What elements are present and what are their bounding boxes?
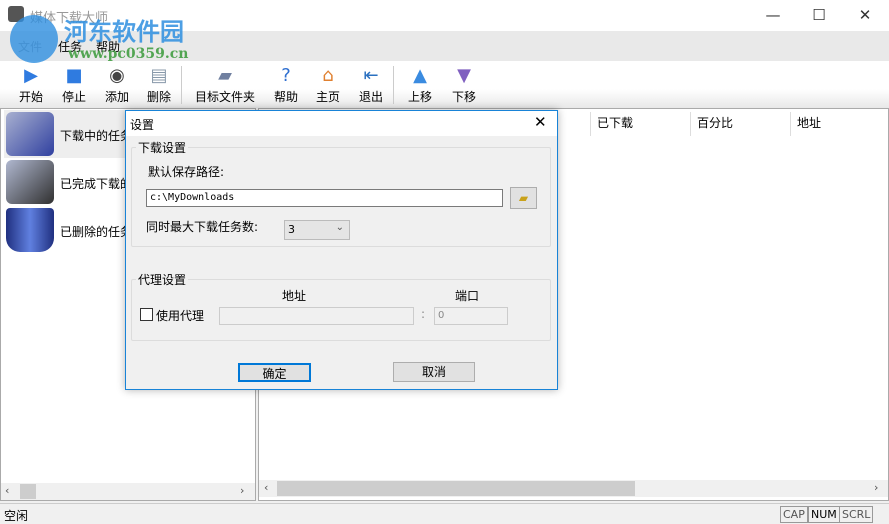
toolbar-button-label: 删除 — [146, 90, 171, 104]
toolbar-button-arrow-up[interactable]: ▲ 上移 — [403, 63, 437, 107]
proxy-settings-group: 代理设置 — [131, 271, 551, 341]
dialog-close-button[interactable]: ✕ — [534, 113, 547, 131]
toolbar-button-label: 下移 — [451, 90, 476, 104]
toolbar-button-add[interactable]: ◉ 添加 — [100, 63, 134, 107]
cap-indicator: CAP — [780, 506, 808, 523]
help-icon: ? — [281, 65, 291, 86]
group-label: 代理设置 — [138, 273, 187, 287]
use-proxy-label[interactable]: 使用代理 — [156, 307, 204, 324]
ok-button[interactable]: 确定 — [238, 363, 311, 382]
recycle-bin-icon — [6, 208, 54, 252]
chevron-down-icon: ⌄ — [335, 222, 344, 233]
settings-dialog: 设置 ✕ 下载设置 默认保存路径: c:\MyDownloads ▰ 同时最大下… — [125, 110, 558, 390]
toolbar-button-label: 退出 — [358, 90, 383, 104]
status-bar — [0, 503, 889, 524]
exit-icon: ⇤ — [363, 65, 379, 86]
toolbar-button-label: 主页 — [315, 90, 340, 104]
toolbar-button-arrow-down[interactable]: ▼ 下移 — [447, 63, 481, 107]
add-icon: ◉ — [109, 65, 125, 86]
toolbar-button-label: 目标文件夹 — [194, 90, 255, 104]
downloading-folder-icon — [6, 112, 54, 156]
status-text: 空闲 — [4, 509, 29, 523]
column-header-percent[interactable]: 百分比 — [690, 112, 790, 136]
maximize-button[interactable]: ☐ — [796, 0, 842, 31]
toolbar-button-label: 停止 — [61, 90, 86, 104]
select-value: 3 — [288, 223, 295, 236]
arrow-down-icon: ▼ — [457, 65, 471, 86]
minimize-button[interactable]: — — [750, 0, 796, 31]
menu-file[interactable]: 文件 — [18, 38, 42, 55]
browse-folder-button[interactable]: ▰ — [510, 187, 537, 209]
column-header-downloaded[interactable]: 已下载 — [590, 112, 690, 136]
proxy-address-input[interactable] — [219, 307, 414, 325]
dialog-title-bar — [126, 111, 557, 136]
arrow-up-icon: ▲ — [413, 65, 427, 86]
max-tasks-select[interactable]: 3 ⌄ — [284, 220, 350, 240]
scroll-right-icon[interactable]: › — [240, 484, 244, 497]
scroll-right-icon[interactable]: › — [874, 481, 878, 494]
toolbar-button-help[interactable]: ? 帮助 — [270, 63, 302, 107]
left-horizontal-scrollbar[interactable] — [1, 483, 255, 500]
toolbar-button-stop[interactable]: ■ 停止 — [57, 63, 91, 107]
save-path-input[interactable]: c:\MyDownloads — [146, 189, 503, 207]
completed-video-folder-icon — [6, 160, 54, 204]
path-label: 默认保存路径: — [148, 165, 225, 179]
tree-item-label: 已删除的任务 — [60, 225, 133, 239]
use-proxy-checkbox[interactable] — [140, 308, 153, 321]
cancel-button[interactable]: 取消 — [393, 362, 475, 382]
app-icon — [8, 6, 24, 22]
toolbar-button-exit[interactable]: ⇤ 退出 — [355, 63, 387, 107]
toolbar-separator — [181, 66, 182, 104]
folder-icon: ▰ — [218, 65, 232, 86]
port-separator: : — [421, 307, 426, 321]
proxy-port-input[interactable]: 0 — [434, 307, 508, 325]
toolbar-button-play[interactable]: ▶ 开始 — [10, 63, 52, 107]
home-icon: ⌂ — [322, 65, 334, 86]
window-title: 媒体下载大师 — [30, 11, 109, 26]
column-header-address[interactable]: 地址 — [790, 112, 888, 136]
scroll-left-icon[interactable]: ‹ — [5, 484, 9, 497]
tree-item-label: 已完成下载的 — [60, 177, 133, 191]
toolbar-separator — [393, 66, 394, 104]
toolbar-button-label: 添加 — [104, 90, 129, 104]
max-tasks-label: 同时最大下载任务数: — [146, 220, 259, 234]
address-label: 地址 — [282, 289, 307, 303]
toolbar-button-folder[interactable]: ▰ 目标文件夹 — [193, 63, 257, 107]
toolbar-button-label: 开始 — [18, 90, 43, 104]
play-icon: ▶ — [24, 65, 38, 86]
delete-icon: ▤ — [150, 65, 168, 86]
scroll-thumb[interactable] — [20, 484, 36, 499]
menu-bar — [0, 31, 889, 61]
open-folder-icon: ▰ — [518, 191, 529, 205]
port-label: 端口 — [455, 289, 480, 303]
toolbar-button-label: 帮助 — [273, 90, 298, 104]
scroll-left-icon[interactable]: ‹ — [264, 481, 268, 494]
menu-task[interactable]: 任务 — [58, 38, 82, 55]
menu-help[interactable]: 帮助 — [96, 38, 120, 55]
tree-item-label: 下载中的任务 — [60, 129, 133, 143]
stop-icon: ■ — [65, 65, 83, 86]
close-button[interactable]: ✕ — [842, 0, 888, 31]
group-label: 下载设置 — [138, 141, 187, 155]
scroll-thumb[interactable] — [277, 481, 635, 496]
toolbar-button-label: 上移 — [407, 90, 432, 104]
num-indicator: NUM — [808, 506, 840, 523]
toolbar-button-delete[interactable]: ▤ 删除 — [142, 63, 176, 107]
dialog-title: 设置 — [130, 118, 155, 132]
toolbar-button-home[interactable]: ⌂ 主页 — [312, 63, 344, 107]
scrl-indicator: SCRL — [839, 506, 874, 523]
